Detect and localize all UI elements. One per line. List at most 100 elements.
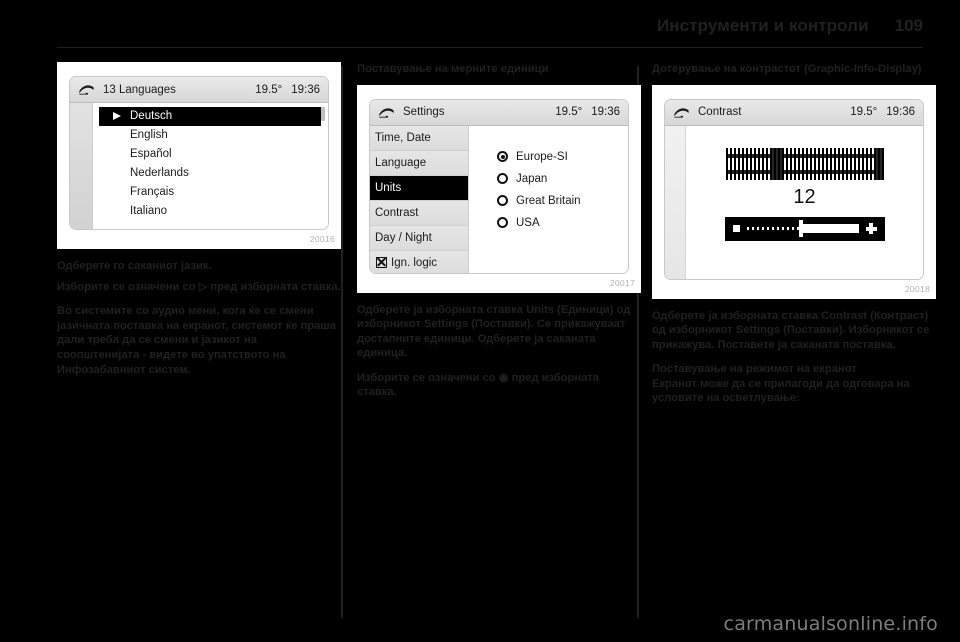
display-clock: 19:36 — [591, 106, 620, 118]
paragraph: Одберете го саканиот јазик. — [57, 260, 212, 272]
display-temperature: 19.5° — [255, 83, 283, 96]
menu-item-day-night[interactable]: Day / Night — [370, 225, 468, 251]
option-label: Europe-SI — [516, 150, 568, 163]
menu-item-time-date[interactable]: Time, Date — [370, 125, 468, 151]
content-columns: 13 Languages 19.5° 19:36 Deutsch English… — [0, 62, 960, 622]
contrast-body: 12 — [665, 125, 923, 279]
list-item-label: English — [130, 129, 168, 141]
settings-menu: Time, Date Language Units Contrast Day /… — [370, 125, 469, 273]
radio-icon — [497, 173, 508, 184]
radio-selected-icon — [497, 151, 508, 162]
paragraph: Одберете ја изборната ставка Units (Един… — [357, 303, 631, 360]
display-titlebar: Settings 19.5° 19:36 — [370, 99, 628, 126]
list-item[interactable]: Français — [93, 183, 328, 202]
paragraph: Изборите се означени со ◉ пред изборната… — [357, 371, 600, 399]
selection-triangle-icon — [113, 112, 121, 120]
option-usa[interactable]: USA — [497, 212, 628, 234]
list-item-label: Français — [130, 186, 175, 198]
list-item-label: Nederlands — [130, 167, 189, 179]
radio-icon — [497, 217, 508, 228]
display-titlebar: Contrast 19.5° 19:36 — [665, 99, 923, 126]
paragraph: Одберете ја изборната ставка Contrast (К… — [652, 309, 930, 351]
display-title: Contrast — [698, 106, 742, 118]
menu-item-contrast[interactable]: Contrast — [370, 200, 468, 226]
page-header: Инструменти и контроли 109 — [0, 16, 960, 42]
paragraph: Во системите со аудио мени, кога ќе се с… — [57, 305, 336, 376]
radio-icon — [497, 195, 508, 206]
figure-settings: Settings 19.5° 19:36 Time, Date Language — [357, 84, 641, 293]
checked-box-icon — [376, 257, 387, 268]
display-settings: Settings 19.5° 19:36 Time, Date Language — [369, 98, 629, 274]
menu-item-ign-logic[interactable]: Ign. logic — [370, 250, 468, 273]
menu-item-language[interactable]: Language — [370, 150, 468, 176]
slider-knob[interactable] — [799, 220, 804, 237]
language-list-body: Deutsch English Español Nederlands Franç… — [70, 103, 328, 229]
display-clock: 19:36 — [886, 106, 915, 118]
section-heading: Дотерување на контрастот (Graphic-Info-D… — [652, 63, 922, 75]
settings-wrench-icon — [79, 85, 94, 95]
slider-fill — [800, 224, 859, 233]
display-titlebar: 13 Languages 19.5° 19:36 — [70, 77, 328, 103]
display-temperature: 19.5° — [555, 106, 583, 118]
plus-icon[interactable] — [865, 223, 877, 234]
menu-item-label: Ign. logic — [391, 256, 438, 269]
figure-number: 20018 — [904, 283, 930, 294]
column-divider-1 — [341, 66, 343, 618]
contrast-pattern-icon — [725, 147, 884, 180]
settings-options: Europe-SI Japan Great Britain USA — [469, 126, 628, 273]
column-1: 13 Languages 19.5° 19:36 Deutsch English… — [57, 62, 341, 387]
list-item[interactable]: English — [93, 126, 328, 145]
list-item[interactable]: Italiano — [93, 202, 328, 221]
header-rule — [57, 47, 923, 48]
figure-number: 20017 — [609, 277, 635, 288]
scrollbar-thumb[interactable] — [321, 107, 325, 121]
display-gutter — [665, 125, 686, 279]
watermark: carmanualsonline.info — [723, 613, 938, 635]
list-item[interactable]: Nederlands — [93, 164, 328, 183]
minus-icon[interactable] — [732, 225, 740, 232]
contrast-main: 12 — [686, 126, 923, 279]
slider-track[interactable] — [746, 220, 859, 237]
list-item-label: Italiano — [130, 205, 168, 217]
display-temperature: 19.5° — [850, 106, 878, 118]
menu-item-label: Day / Night — [375, 231, 432, 244]
settings-wrench-icon — [674, 107, 689, 118]
paragraph: Екранот може да се прилагоди да одговара… — [652, 377, 910, 405]
paragraph: Изборите се означени со ▷ пред изборната… — [57, 280, 341, 293]
menu-item-units[interactable]: Units — [370, 175, 468, 201]
settings-body: Time, Date Language Units Contrast Day /… — [370, 125, 628, 273]
list-item[interactable]: Deutsch — [99, 107, 321, 126]
menu-item-label: Time, Date — [375, 131, 431, 144]
column-2: Поставување на мерните единици Settings … — [357, 62, 641, 410]
list-gutter — [70, 103, 93, 229]
list-item[interactable]: Español — [93, 145, 328, 164]
manual-page: Инструменти и контроли 109 13 Languages … — [0, 0, 960, 642]
display-contrast: Contrast 19.5° 19:36 12 — [664, 98, 924, 280]
list-item-label: Español — [130, 148, 172, 160]
slider-dots — [746, 227, 801, 230]
language-list: Deutsch English Español Nederlands Franç… — [93, 103, 328, 229]
page-title: Инструменти и контроли — [656, 16, 869, 35]
settings-wrench-icon — [379, 107, 394, 118]
option-label: Great Britain — [516, 194, 581, 207]
contrast-slider[interactable] — [724, 216, 885, 241]
option-japan[interactable]: Japan — [497, 168, 628, 190]
option-label: Japan — [516, 172, 548, 185]
display-languages: 13 Languages 19.5° 19:36 Deutsch English… — [69, 76, 329, 230]
figure-contrast: Contrast 19.5° 19:36 12 20018 — [652, 84, 936, 299]
figure-languages: 13 Languages 19.5° 19:36 Deutsch English… — [57, 62, 341, 249]
option-great-britain[interactable]: Great Britain — [497, 190, 628, 212]
option-europe-si[interactable]: Europe-SI — [497, 146, 628, 168]
list-item-label: Deutsch — [130, 110, 173, 122]
menu-item-label: Units — [375, 181, 402, 194]
option-label: USA — [516, 216, 540, 229]
page-number: 109 — [894, 16, 923, 35]
section-heading: Поставување на мерните единици — [357, 63, 549, 75]
menu-item-label: Language — [375, 156, 427, 169]
subsection-heading: Поставување на режимот на екранот — [652, 363, 857, 376]
display-title: Settings — [403, 106, 445, 118]
column-3: Дотерување на контрастот (Graphic-Info-D… — [652, 62, 936, 416]
display-title: 13 Languages — [103, 83, 176, 96]
display-clock: 19:36 — [291, 83, 320, 96]
menu-item-label: Contrast — [375, 206, 419, 219]
